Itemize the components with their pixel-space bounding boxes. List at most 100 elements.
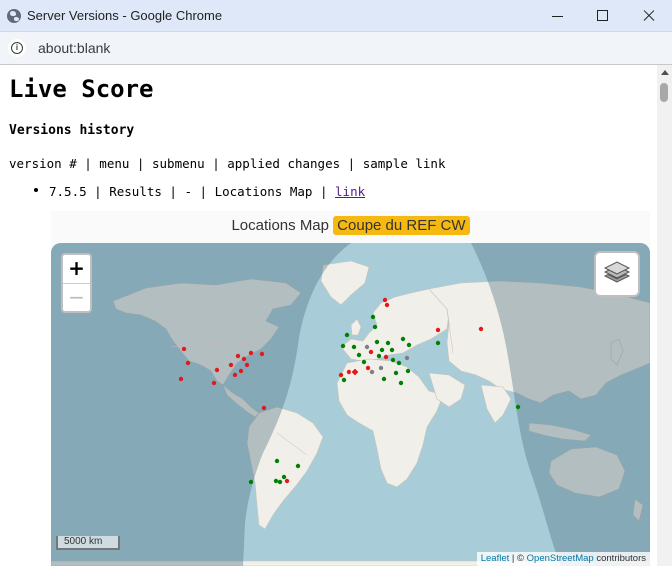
- sample-link[interactable]: link: [335, 184, 365, 199]
- marker-green[interactable]: [361, 359, 367, 365]
- marker-gray[interactable]: [369, 369, 375, 375]
- layers-button[interactable]: [594, 251, 640, 297]
- marker-green[interactable]: [274, 458, 280, 464]
- marker-green[interactable]: [398, 380, 404, 386]
- marker-red[interactable]: [228, 362, 234, 368]
- marker-red[interactable]: [384, 302, 390, 308]
- title-bar: Server Versions - Google Chrome: [0, 0, 672, 32]
- marker-green[interactable]: [273, 478, 279, 484]
- marker-red[interactable]: [261, 405, 267, 411]
- marker-red[interactable]: [178, 376, 184, 382]
- marker-gray[interactable]: [364, 344, 370, 350]
- page-title: Live Score: [9, 75, 154, 103]
- scale-bar: 5000 km: [56, 536, 120, 550]
- marker-red[interactable]: [365, 365, 371, 371]
- zoom-control: + −: [61, 253, 92, 313]
- window-title: Server Versions - Google Chrome: [27, 8, 223, 23]
- marker-red[interactable]: [244, 362, 250, 368]
- marker-green[interactable]: [351, 344, 357, 350]
- marker-red[interactable]: [338, 372, 344, 378]
- marker-green[interactable]: [515, 404, 521, 410]
- marker-green[interactable]: [340, 343, 346, 349]
- marker-green[interactable]: [277, 479, 283, 485]
- marker-red[interactable]: [435, 327, 441, 333]
- marker-green[interactable]: [341, 377, 347, 383]
- entry-separator: |: [161, 184, 185, 199]
- marker-gray[interactable]: [404, 355, 410, 361]
- leaflet-link[interactable]: Leaflet: [481, 553, 510, 564]
- marker-green[interactable]: [385, 340, 391, 346]
- marker-green[interactable]: [281, 474, 287, 480]
- chrome-globe-icon: [7, 9, 21, 23]
- marker-red[interactable]: [284, 478, 290, 484]
- url-field[interactable]: about:blank: [38, 40, 110, 56]
- version-entry: 7.5.5 | Results | - | Locations Map | li…: [49, 184, 365, 199]
- marker-gray[interactable]: [378, 365, 384, 371]
- maximize-button[interactable]: [579, 0, 625, 32]
- marker-red[interactable]: [211, 380, 217, 386]
- map-heading: Locations Map Coupe du REF CW: [51, 211, 650, 241]
- list-bullet: [34, 188, 38, 192]
- entry-separator: |: [312, 184, 336, 199]
- marker-red[interactable]: [232, 372, 238, 378]
- marker-red[interactable]: [259, 351, 265, 357]
- marker-red[interactable]: [241, 356, 247, 362]
- marker-green[interactable]: [372, 324, 378, 330]
- marker-green[interactable]: [356, 352, 362, 358]
- attribution-separator: | ©: [509, 553, 527, 564]
- marker-red[interactable]: [235, 353, 241, 359]
- map-title: Locations Map: [231, 217, 329, 234]
- map-canvas[interactable]: [51, 243, 650, 566]
- marker-green[interactable]: [376, 353, 382, 359]
- locations-map-panel: Locations Map Coupe du REF CW + − 5000 k…: [51, 211, 650, 566]
- attribution-tail: contributors: [593, 553, 646, 564]
- marker-green[interactable]: [396, 360, 402, 366]
- entry-submenu: -: [184, 184, 193, 199]
- marker-green[interactable]: [435, 340, 441, 346]
- marker-green[interactable]: [390, 357, 396, 363]
- address-bar: i about:blank: [0, 32, 672, 65]
- marker-green[interactable]: [344, 332, 350, 338]
- marker-green[interactable]: [248, 479, 254, 485]
- marker-green[interactable]: [400, 336, 406, 342]
- minimize-button[interactable]: [534, 0, 580, 32]
- vertical-scrollbar[interactable]: [657, 65, 672, 566]
- columns-legend: version # | menu | submenu | applied cha…: [9, 156, 446, 171]
- entry-changes: Locations Map: [214, 184, 313, 199]
- site-info-icon[interactable]: i: [8, 39, 26, 57]
- layers-icon: [603, 261, 631, 283]
- page-viewport: Live Score Versions history version # | …: [0, 65, 657, 566]
- entry-version: 7.5.5: [49, 184, 87, 199]
- marker-red[interactable]: [383, 354, 389, 360]
- marker-green[interactable]: [379, 347, 385, 353]
- marker-green[interactable]: [389, 347, 395, 353]
- marker-red[interactable]: [214, 367, 220, 373]
- entry-separator: |: [192, 184, 215, 199]
- versions-history-heading: Versions history: [9, 123, 135, 138]
- scrollbar-thumb[interactable]: [660, 83, 668, 102]
- marker-green[interactable]: [370, 314, 376, 320]
- map-attribution: Leaflet | © OpenStreetMap contributors: [476, 552, 650, 566]
- osm-link[interactable]: OpenStreetMap: [527, 553, 594, 564]
- marker-green[interactable]: [406, 342, 412, 348]
- marker-red[interactable]: [382, 297, 388, 303]
- entry-separator: |: [86, 184, 110, 199]
- close-button[interactable]: [626, 0, 672, 32]
- marker-green[interactable]: [381, 376, 387, 382]
- marker-red[interactable]: [248, 350, 254, 356]
- contest-badge: Coupe du REF CW: [333, 216, 470, 235]
- marker-green[interactable]: [405, 368, 411, 374]
- entry-menu: Results: [109, 184, 162, 199]
- zoom-in-button[interactable]: +: [63, 255, 90, 284]
- zoom-out-button[interactable]: −: [63, 284, 90, 312]
- marker-red[interactable]: [368, 349, 374, 355]
- marker-red[interactable]: [478, 326, 484, 332]
- world-map[interactable]: + − 5000 km Leaflet | © OpenStreetMap co…: [51, 243, 650, 566]
- marker-red[interactable]: [181, 346, 187, 352]
- marker-red[interactable]: [238, 368, 244, 374]
- marker-green[interactable]: [393, 370, 399, 376]
- marker-red[interactable]: [185, 360, 191, 366]
- marker-green[interactable]: [295, 463, 301, 469]
- scroll-up-arrow-icon[interactable]: [661, 70, 669, 75]
- marker-green[interactable]: [374, 339, 380, 345]
